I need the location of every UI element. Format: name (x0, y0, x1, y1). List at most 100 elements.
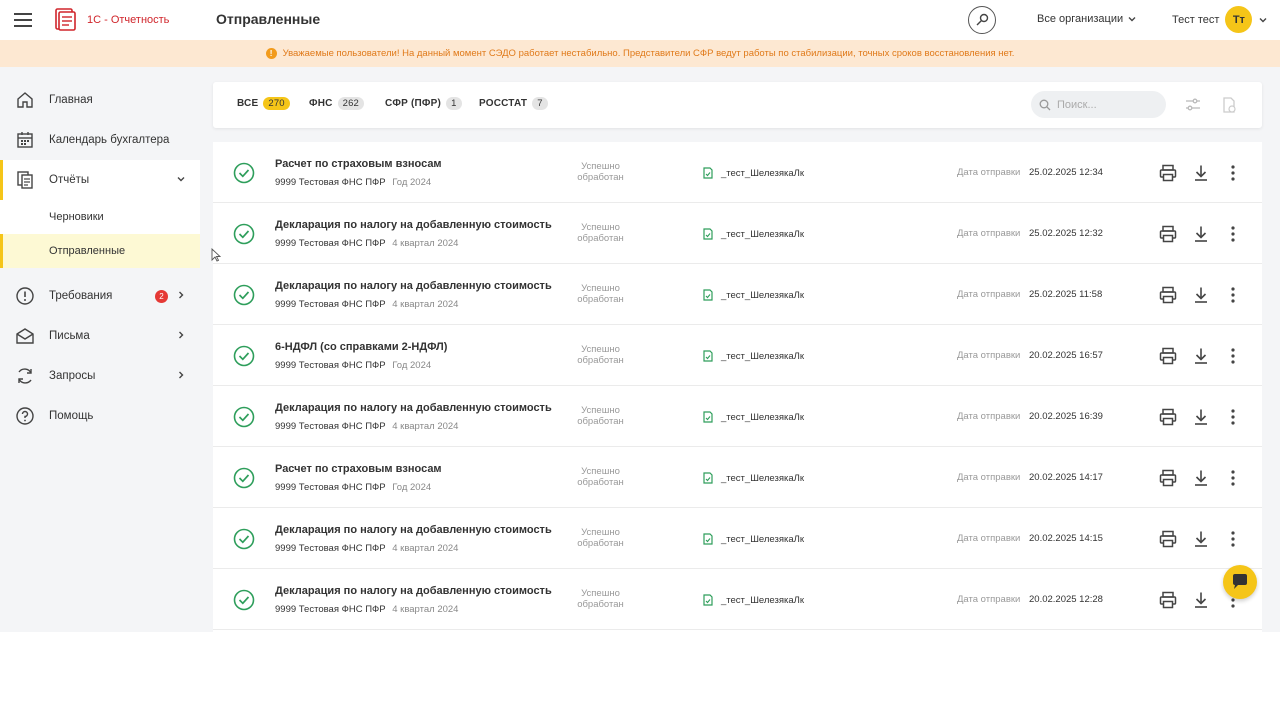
download-icon[interactable] (1191, 163, 1211, 183)
refresh-icon (15, 366, 35, 386)
mouse-cursor-icon (211, 248, 221, 262)
table-row[interactable]: 6-НДФЛ (со справками 2-НДФЛ) 9999 Тестов… (213, 325, 1262, 386)
more-vertical-icon[interactable] (1223, 468, 1243, 488)
sidebar-item-reports[interactable]: Отчёты (0, 160, 200, 200)
signer-name: _тест_ШелезякаЛк (721, 411, 805, 423)
status-line: Успешно (581, 405, 620, 416)
sidebar-item-home[interactable]: Главная (0, 80, 200, 120)
sidebar-item-queries[interactable]: Запросы (0, 356, 200, 396)
more-vertical-icon[interactable] (1223, 529, 1243, 549)
download-icon[interactable] (1191, 468, 1211, 488)
status-line: Успешно (581, 344, 620, 355)
check-circle-icon (233, 589, 255, 611)
export-document-icon[interactable] (1220, 96, 1238, 114)
filter-settings-icon[interactable] (1184, 96, 1202, 114)
date-label: Дата отправки (957, 472, 1021, 483)
signer: _тест_ШелезякаЛк (703, 350, 804, 362)
print-icon[interactable] (1158, 468, 1178, 488)
send-date: 20.02.2025 16:39 (1029, 411, 1103, 422)
report-period: 4 квартал 2024 (392, 238, 459, 249)
menu-icon[interactable] (14, 10, 36, 30)
table-row[interactable]: Декларация по налогу на добавленную стои… (213, 569, 1262, 630)
status-badge: Успешно обработан (568, 466, 633, 488)
print-icon[interactable] (1158, 163, 1178, 183)
more-vertical-icon[interactable] (1223, 285, 1243, 305)
logo[interactable]: 1С - Отчетность (52, 6, 169, 33)
user-menu[interactable]: Тест тест Тт (1172, 6, 1268, 33)
print-icon[interactable] (1158, 346, 1178, 366)
warning-text: Уважаемые пользователи! На данный момент… (282, 48, 1015, 59)
report-period: Год 2024 (392, 360, 432, 371)
check-circle-icon (233, 223, 255, 245)
table-row[interactable]: Расчет по страховым взносам 9999 Тестова… (213, 142, 1262, 203)
table-row[interactable]: Декларация по налогу на добавленную стои… (213, 508, 1262, 569)
org-name: Тестовая ФНС ПФР (298, 604, 386, 615)
tab-sfr[interactable]: СФР (ПФР) 1 (385, 97, 462, 110)
tab-all[interactable]: ВСЕ 270 (237, 97, 290, 110)
more-vertical-icon[interactable] (1223, 163, 1243, 183)
app-window: 1С - Отчетность Отправленные Все организ… (0, 0, 1280, 632)
status-badge: Успешно обработан (568, 222, 633, 244)
signer: _тест_ШелезякаЛк (703, 472, 804, 484)
sidebar-subitem-drafts[interactable]: Черновики (0, 200, 200, 234)
download-icon[interactable] (1191, 407, 1211, 427)
signer: _тест_ШелезякаЛк (703, 594, 804, 606)
sidebar-subitem-sent[interactable]: Отправленные (0, 234, 200, 268)
organization-select[interactable]: Все организации (1037, 13, 1137, 25)
org-name: Тестовая ФНС ПФР (298, 238, 386, 249)
tab-rosstat[interactable]: РОССТАТ 7 (479, 97, 548, 110)
date-label: Дата отправки (957, 533, 1021, 544)
report-title[interactable]: Расчет по страховым взносам (275, 463, 442, 475)
report-title[interactable]: Декларация по налогу на добавленную стои… (275, 219, 552, 231)
status-badge: Успешно обработан (568, 588, 633, 610)
sidebar-item-letters[interactable]: Письма (0, 316, 200, 356)
report-title[interactable]: Декларация по налогу на добавленную стои… (275, 402, 552, 414)
chat-button[interactable] (1223, 565, 1257, 599)
download-icon[interactable] (1191, 529, 1211, 549)
key-search-button[interactable] (968, 6, 996, 34)
report-title[interactable]: Расчет по страховым взносам (275, 158, 442, 170)
tab-fns[interactable]: ФНС 262 (309, 97, 365, 110)
search-field[interactable] (1031, 91, 1166, 118)
print-icon[interactable] (1158, 590, 1178, 610)
org-name: Тестовая ФНС ПФР (298, 360, 386, 371)
sidebar-item-requirements[interactable]: Требования 2 (0, 276, 200, 316)
report-title[interactable]: Декларация по налогу на добавленную стои… (275, 524, 552, 536)
table-row[interactable]: Расчет по страховым взносам 9999 Тестова… (213, 447, 1262, 508)
download-icon[interactable] (1191, 224, 1211, 244)
sidebar-subitem-label: Отправленные (49, 245, 126, 257)
table-row[interactable]: Декларация по налогу на добавленную стои… (213, 203, 1262, 264)
org-name: Тестовая ФНС ПФР (298, 299, 386, 310)
download-icon[interactable] (1191, 590, 1211, 610)
more-vertical-icon[interactable] (1223, 224, 1243, 244)
print-icon[interactable] (1158, 529, 1178, 549)
search-input[interactable] (1057, 98, 1157, 111)
more-vertical-icon[interactable] (1223, 346, 1243, 366)
report-title[interactable]: 6-НДФЛ (со справками 2-НДФЛ) (275, 341, 447, 353)
table-row[interactable]: Декларация по налогу на добавленную стои… (213, 386, 1262, 447)
report-meta: 9999 Тестовая ФНС ПФР 4 квартал 2024 (275, 299, 458, 310)
table-row[interactable]: Декларация по налогу на добавленную стои… (213, 264, 1262, 325)
status-line: обработан (577, 599, 624, 610)
report-title[interactable]: Декларация по налогу на добавленную стои… (275, 280, 552, 292)
print-icon[interactable] (1158, 285, 1178, 305)
send-date: 20.02.2025 16:57 (1029, 350, 1103, 361)
report-title[interactable]: Декларация по налогу на добавленную стои… (275, 585, 552, 597)
sidebar-item-calendar[interactable]: Календарь бухгалтера (0, 120, 200, 160)
sidebar-item-help[interactable]: Помощь (0, 396, 200, 436)
print-icon[interactable] (1158, 407, 1178, 427)
status-badge: Успешно обработан (568, 344, 633, 366)
report-meta: 9999 Тестовая ФНС ПФР 4 квартал 2024 (275, 604, 458, 615)
brand-name: 1С - Отчетность (87, 13, 170, 26)
status-line: Успешно (581, 222, 620, 233)
warning-icon: ! (265, 48, 277, 59)
download-icon[interactable] (1191, 346, 1211, 366)
chevron-right-icon (179, 371, 184, 379)
org-name: Тестовая ФНС ПФР (298, 543, 386, 554)
download-icon[interactable] (1191, 285, 1211, 305)
org-code: 9999 (275, 177, 297, 188)
more-vertical-icon[interactable] (1223, 407, 1243, 427)
print-icon[interactable] (1158, 224, 1178, 244)
signed-document-icon (703, 289, 713, 301)
status-line: обработан (577, 477, 624, 488)
